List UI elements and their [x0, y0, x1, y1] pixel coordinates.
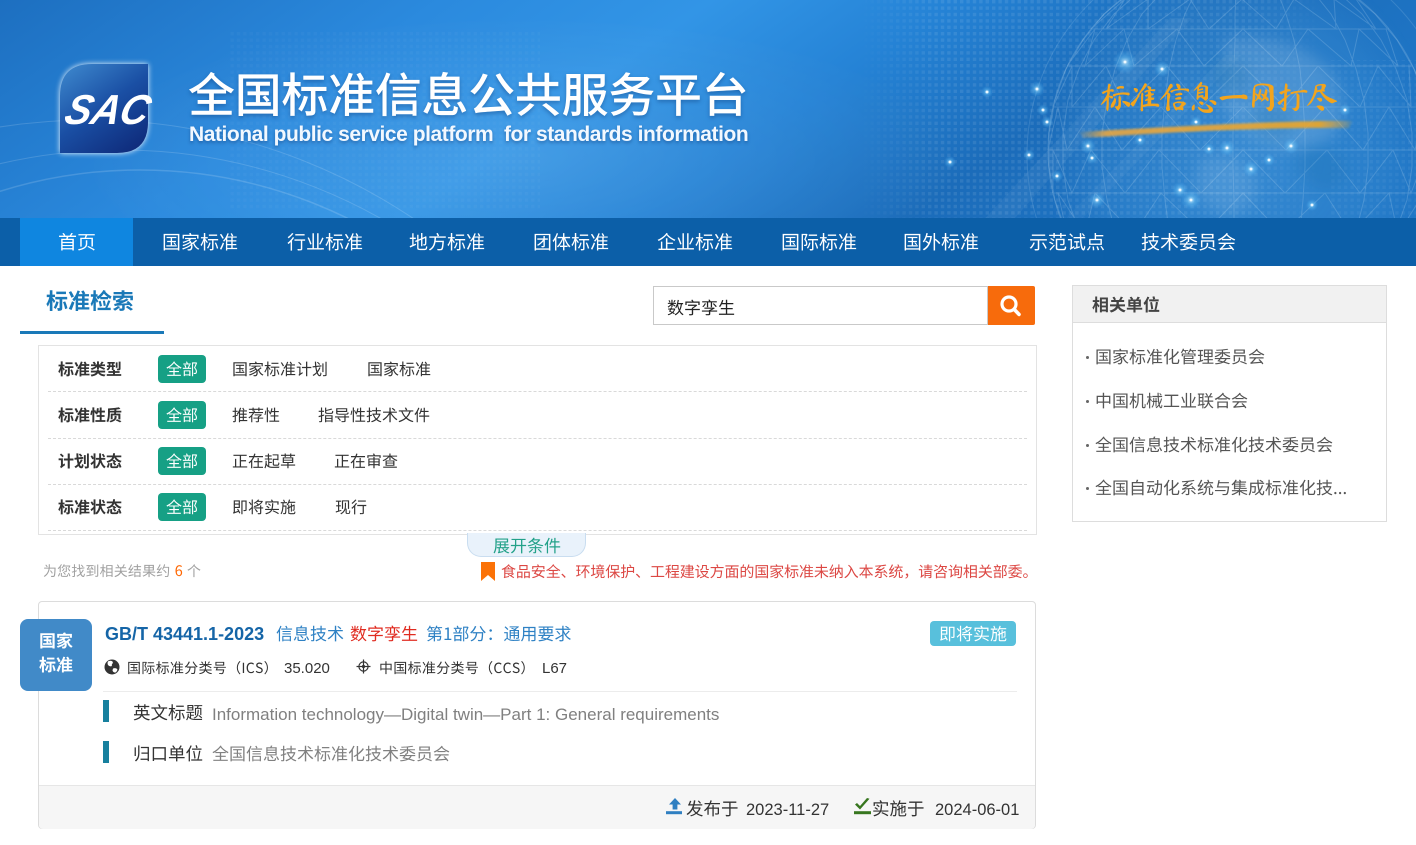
svg-text:SAC: SAC	[60, 87, 157, 134]
